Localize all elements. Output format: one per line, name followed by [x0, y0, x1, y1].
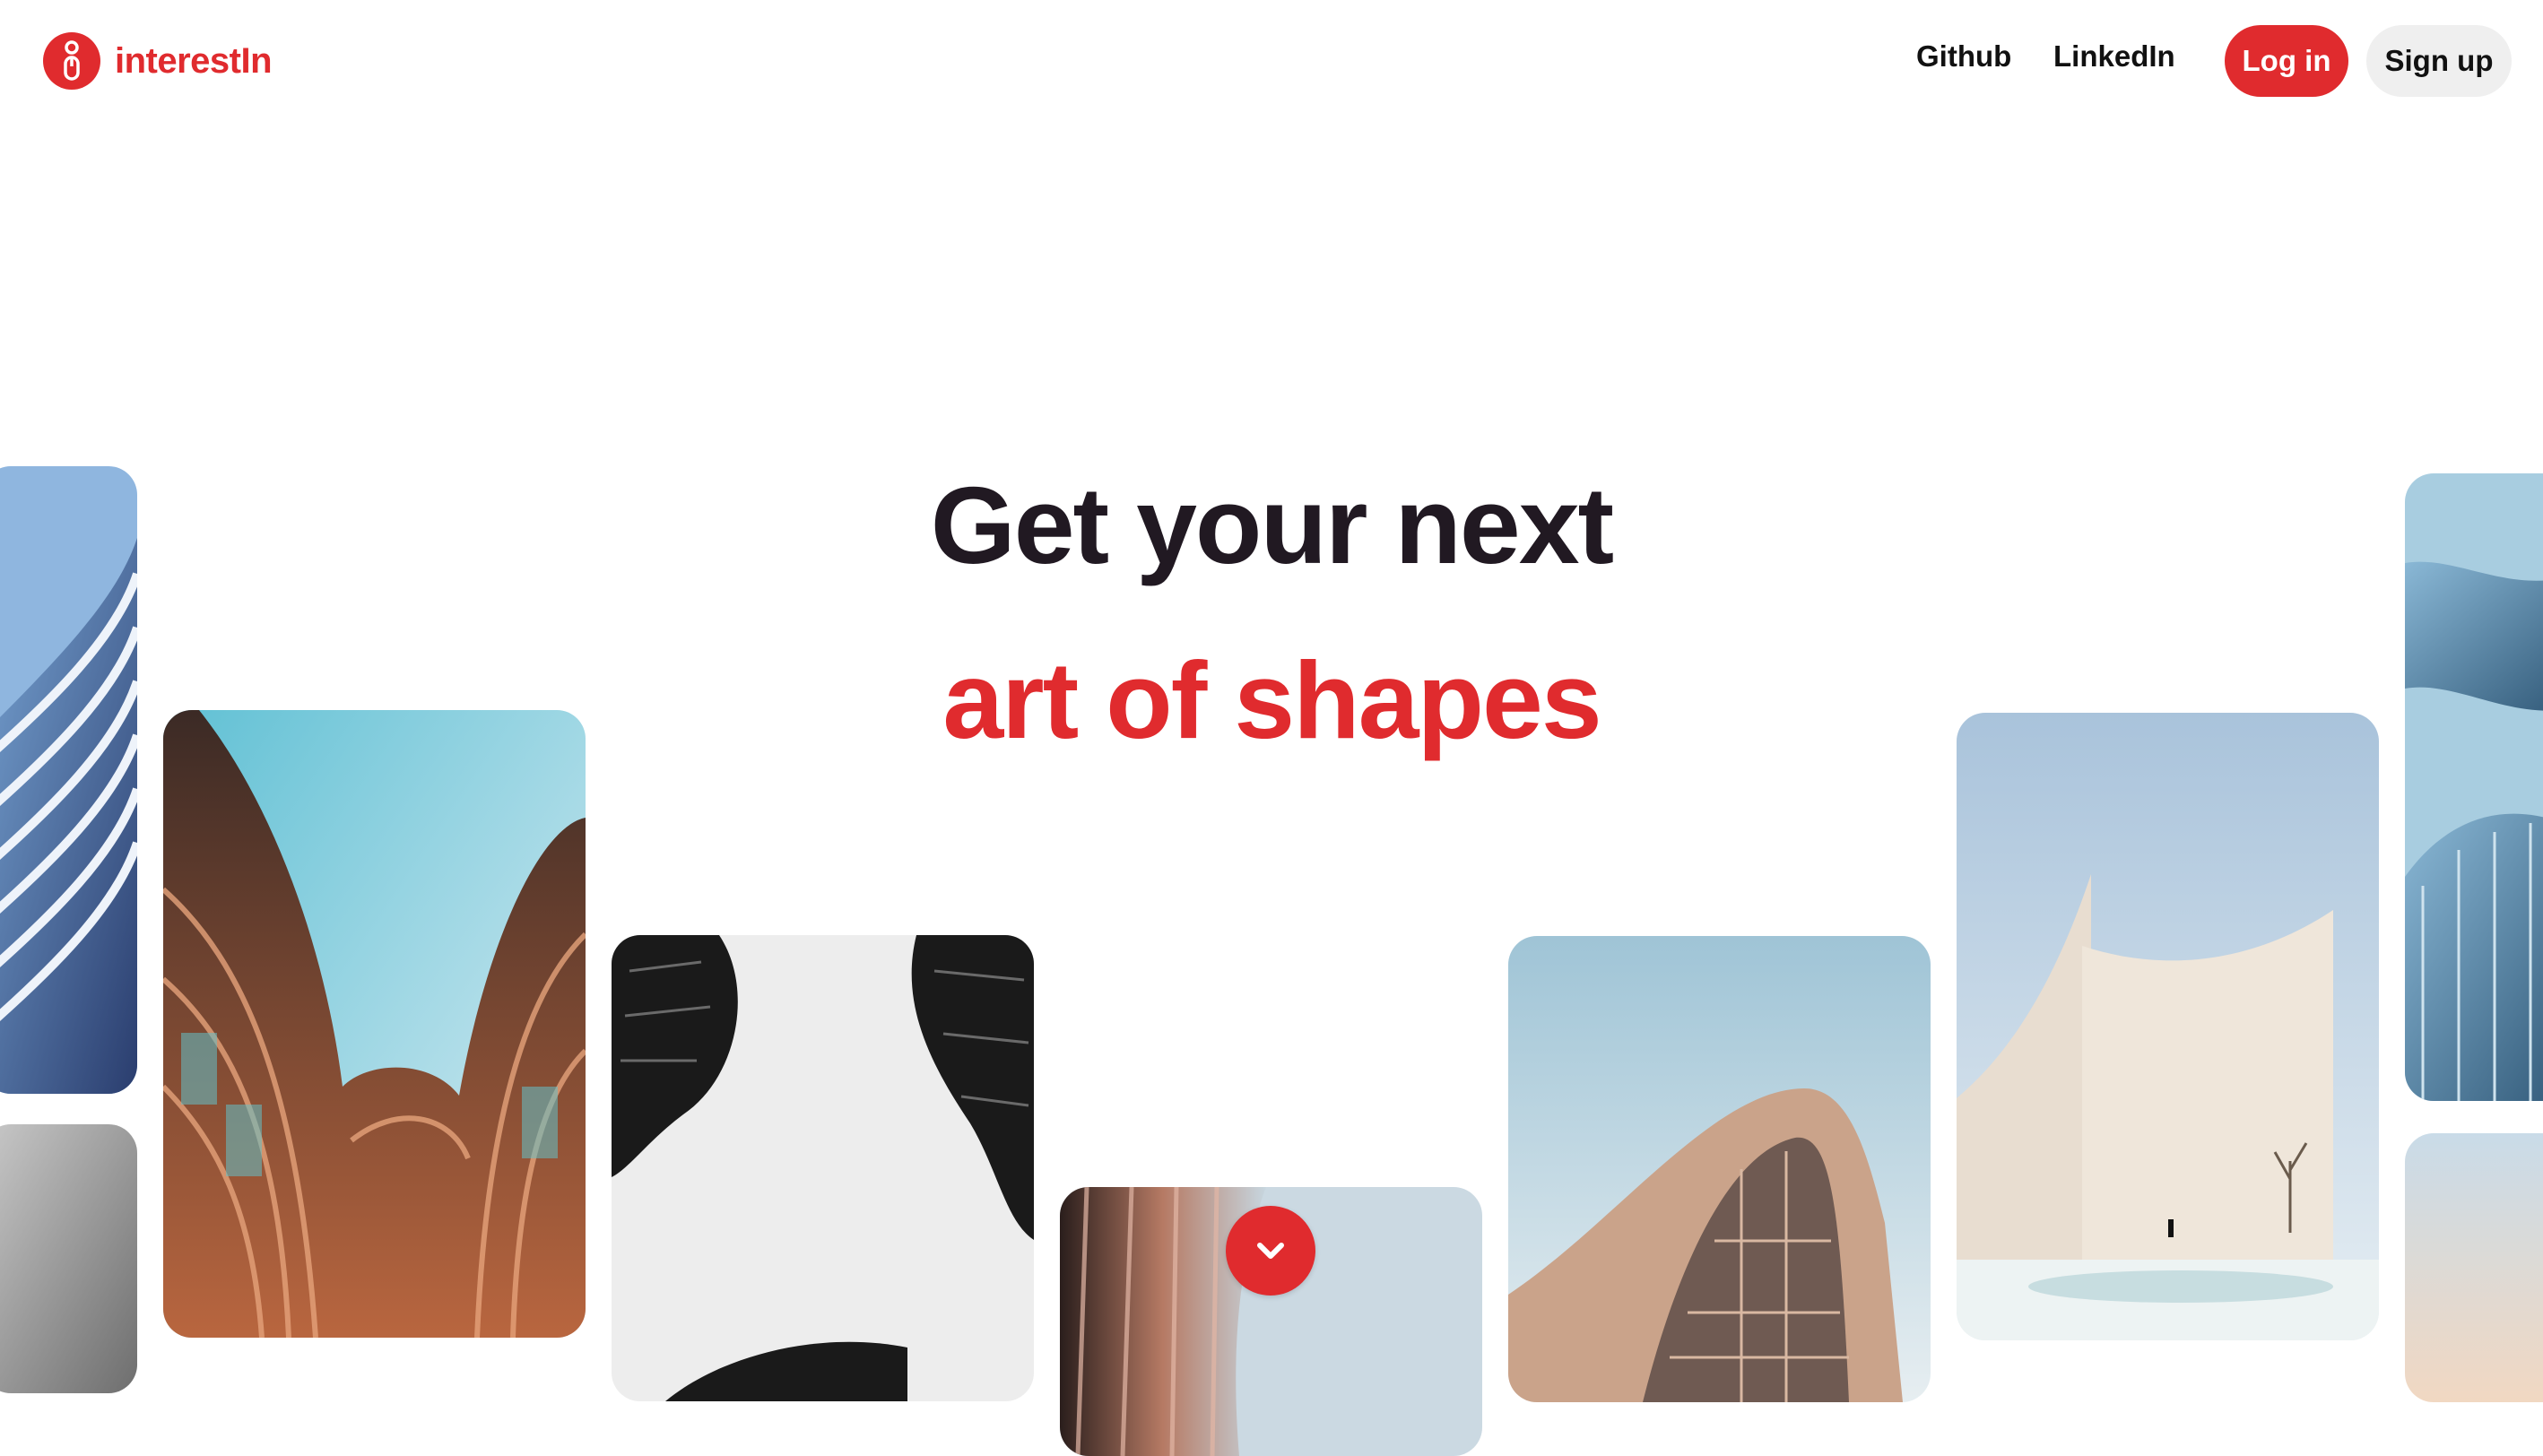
- top-nav-bar: interestIn Github LinkedIn Log in Sign u…: [0, 0, 2543, 126]
- login-button[interactable]: Log in: [2225, 25, 2348, 97]
- interestin-logo-icon: [43, 32, 100, 90]
- scroll-down-button[interactable]: [1226, 1206, 1315, 1296]
- nav-link-github[interactable]: Github: [1916, 39, 2011, 74]
- architecture-image-card[interactable]: [2405, 473, 2543, 1101]
- brand-logo[interactable]: interestIn: [43, 32, 273, 90]
- nav-link-linkedin[interactable]: LinkedIn: [2053, 39, 2175, 74]
- architecture-image-card[interactable]: [163, 710, 586, 1338]
- architecture-image-card[interactable]: [1508, 936, 1931, 1402]
- architecture-image-card[interactable]: [0, 1124, 137, 1393]
- architecture-image-card[interactable]: [2405, 1133, 2543, 1402]
- signup-button[interactable]: Sign up: [2366, 25, 2512, 97]
- brand-name: interestIn: [115, 40, 273, 81]
- architecture-image-card[interactable]: [612, 935, 1034, 1401]
- architecture-image-card[interactable]: [0, 466, 137, 1094]
- architecture-image-card[interactable]: [1957, 713, 2379, 1340]
- chevron-down-icon: [1257, 1243, 1284, 1259]
- hero-heading: Get your next: [930, 464, 1614, 586]
